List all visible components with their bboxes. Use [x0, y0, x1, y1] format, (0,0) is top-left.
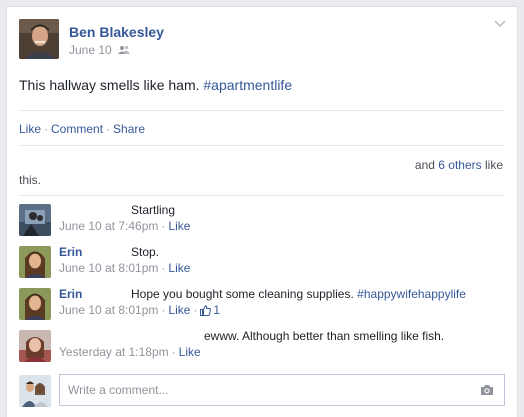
comment-time[interactable]: June 10 at 8:01pm	[59, 303, 158, 317]
comment-input[interactable]: Write a comment...	[59, 374, 505, 406]
comment-text: Startling	[131, 203, 176, 217]
comment-text: ewww. Although better than smelling like…	[204, 329, 445, 343]
comment-like-count[interactable]: 1	[200, 303, 220, 317]
likes-like-word: like	[484, 158, 503, 172]
likes-and: and	[414, 158, 435, 172]
likes-this: this.	[19, 173, 42, 187]
thumbs-up-icon	[200, 304, 212, 316]
post-meta: June 10	[69, 43, 130, 57]
post-hashtag[interactable]: #apartmentlife	[203, 77, 292, 93]
comment-like-button[interactable]: Like	[168, 261, 190, 275]
comment-like-button[interactable]: Like	[168, 303, 190, 317]
likes-summary: and 6 others like this.	[7, 148, 517, 194]
divider	[19, 145, 505, 146]
comment-composer: Write a comment...	[19, 374, 505, 408]
divider	[19, 195, 505, 196]
comment-item: Startling June 10 at 7:46pm · Like	[19, 202, 505, 236]
comment-meta: June 10 at 7:46pm · Like	[59, 219, 191, 233]
author-name[interactable]: Ben Blakesley	[69, 24, 164, 40]
commenter-avatar[interactable]	[19, 246, 51, 278]
comment-time[interactable]: Yesterday at 1:18pm	[59, 345, 169, 359]
likes-others-link[interactable]: 6 others	[438, 158, 481, 172]
divider	[19, 110, 505, 111]
likes-text: and 6 others like	[415, 158, 503, 172]
friends-icon[interactable]	[117, 45, 130, 55]
commenter-avatar[interactable]	[19, 330, 51, 362]
comment-meta: June 10 at 8:01pm · Like · 1	[59, 303, 221, 317]
commenter-avatar[interactable]	[19, 288, 51, 320]
commenter-name[interactable]: Erin	[59, 245, 82, 259]
current-user-avatar[interactable]	[19, 375, 51, 407]
like-button[interactable]: Like	[19, 122, 41, 136]
post-body: This hallway smells like ham.	[19, 77, 200, 93]
post-text: This hallway smells like ham. #apartment…	[19, 77, 292, 93]
post-date[interactable]: June 10	[69, 43, 112, 57]
comment-input-placeholder: Write a comment...	[68, 383, 169, 397]
chevron-down-icon[interactable]	[493, 17, 507, 31]
comment-meta: June 10 at 8:01pm · Like	[59, 261, 191, 275]
comment-meta: Yesterday at 1:18pm · Like	[59, 345, 201, 359]
comment-time[interactable]: June 10 at 8:01pm	[59, 261, 158, 275]
comment-body: Hope you bought some cleaning supplies.	[131, 287, 354, 301]
comment-like-button[interactable]: Like	[179, 345, 201, 359]
comment-button[interactable]: Comment	[51, 122, 103, 136]
comment-hashtag[interactable]: #happywifehappylife	[357, 287, 466, 301]
comment-item: Erin Stop. June 10 at 8:01pm · Like	[19, 244, 505, 278]
commenter-name[interactable]: Erin	[59, 287, 82, 301]
author-avatar[interactable]	[19, 19, 59, 59]
comment-text: Hope you bought some cleaning supplies. …	[131, 287, 466, 301]
share-button[interactable]: Share	[113, 122, 145, 136]
comment-time[interactable]: June 10 at 7:46pm	[59, 219, 158, 233]
post-card: Ben Blakesley June 10 This hallway smell…	[6, 6, 518, 417]
like-count-value: 1	[213, 303, 221, 317]
camera-icon[interactable]	[480, 384, 494, 396]
comment-item: Erin Hope you bought some cleaning suppl…	[19, 286, 505, 320]
commenter-avatar[interactable]	[19, 204, 51, 236]
comment-item: ewww. Although better than smelling like…	[19, 328, 505, 362]
comment-like-button[interactable]: Like	[168, 219, 190, 233]
post-actions: Like · Comment · Share	[19, 122, 146, 136]
comment-text: Stop.	[131, 245, 160, 259]
